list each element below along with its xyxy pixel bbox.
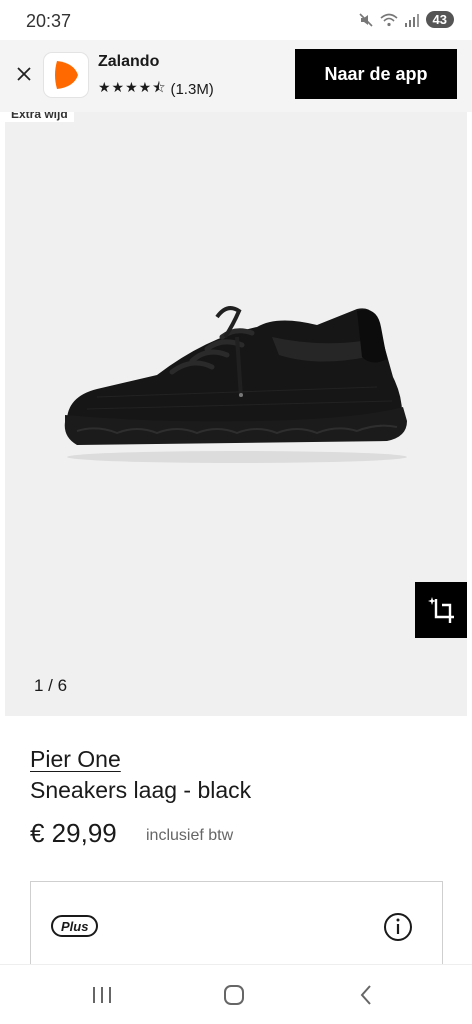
home-icon	[224, 985, 244, 1005]
sneaker-image	[64, 306, 407, 463]
mute-icon	[358, 12, 373, 27]
vat-note: inclusief btw	[146, 827, 234, 844]
status-time: 20:37	[26, 11, 72, 31]
signal-icon	[404, 13, 419, 27]
product-image-gallery[interactable]: Extra wijd 1 / 6	[5, 112, 467, 716]
system-nav-bar	[0, 964, 472, 1024]
crop-sparkle-icon	[428, 597, 454, 623]
home-button[interactable]	[220, 981, 248, 1009]
wifi-icon	[380, 13, 398, 26]
app-logo	[44, 53, 88, 97]
star-rating-icon: ★★★★⯪	[98, 79, 167, 95]
image-counter: 1 / 6	[34, 676, 68, 695]
zalando-logo-icon	[55, 61, 78, 89]
back-button[interactable]	[352, 981, 380, 1009]
status-icons: 43	[358, 11, 454, 28]
product-price: € 29,99	[30, 818, 117, 848]
plus-badge: Plus	[51, 915, 99, 937]
info-icon[interactable]	[383, 912, 413, 942]
status-bar: 20:37 43	[0, 0, 472, 40]
back-icon	[360, 985, 371, 1005]
product-title: Sneakers laag - black	[30, 777, 252, 803]
app-name: Zalando	[98, 53, 160, 70]
find-similar-button[interactable]	[415, 582, 467, 638]
close-icon[interactable]	[14, 64, 34, 84]
brand-link[interactable]: Pier One	[30, 746, 121, 773]
app-rating: ★★★★⯪ (1.3M)	[98, 77, 214, 101]
image-tag: Extra wijd	[5, 112, 74, 122]
recent-apps-button[interactable]	[88, 981, 116, 1009]
review-count: (1.3M)	[170, 80, 214, 98]
recent-apps-icon	[93, 987, 111, 1003]
battery-badge: 43	[425, 11, 454, 28]
open-app-button[interactable]: Naar de app	[295, 49, 457, 99]
